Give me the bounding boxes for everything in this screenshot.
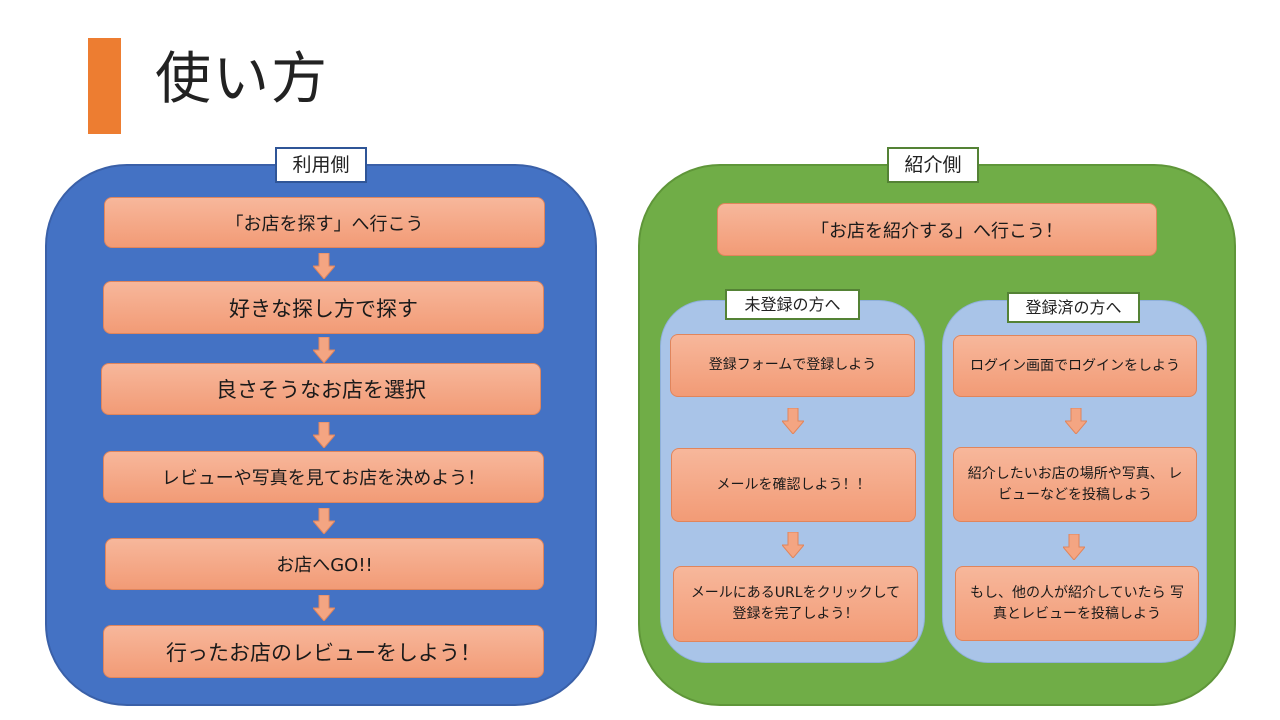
down-arrow-icon (313, 422, 335, 448)
user-step-2: 好きな探し方で探す (103, 281, 544, 334)
down-arrow-icon (782, 408, 804, 434)
unregistered-step-1: 登録フォームで登録しよう (670, 334, 915, 397)
user-step-6: 行ったお店のレビューをしよう！ (103, 625, 544, 678)
user-side-label: 利用側 (275, 147, 367, 183)
unregistered-label: 未登録の方へ (725, 289, 860, 320)
page-title: 使い方 (155, 47, 329, 112)
referrer-intro-step: 「お店を紹介する」へ行こう！ (717, 203, 1157, 256)
user-step-4: レビューや写真を見てお店を決めよう！ (103, 451, 544, 503)
unregistered-step-2: メールを確認しよう！！ (671, 448, 916, 522)
user-step-3: 良さそうなお店を選択 (101, 363, 541, 415)
title-accent-bar (88, 38, 121, 134)
down-arrow-icon (1063, 534, 1085, 560)
registered-step-1: ログイン画面でログインをしよう (953, 335, 1197, 397)
down-arrow-icon (313, 595, 335, 621)
referrer-side-label: 紹介側 (887, 147, 979, 183)
user-step-5: お店へGO!! (105, 538, 544, 590)
registered-label: 登録済の方へ (1007, 292, 1140, 323)
registered-step-3: もし、他の人が紹介していたら 写真とレビューを投稿しよう (955, 566, 1199, 641)
registered-step-2: 紹介したいお店の場所や写真、 レビューなどを投稿しよう (953, 447, 1197, 522)
down-arrow-icon (313, 337, 335, 363)
down-arrow-icon (313, 253, 335, 279)
down-arrow-icon (313, 508, 335, 534)
down-arrow-icon (1065, 408, 1087, 434)
down-arrow-icon (782, 532, 804, 558)
unregistered-step-3: メールにあるURLをクリックして 登録を完了しよう！ (673, 566, 918, 642)
user-step-1: 「お店を探す」へ行こう (104, 197, 545, 248)
